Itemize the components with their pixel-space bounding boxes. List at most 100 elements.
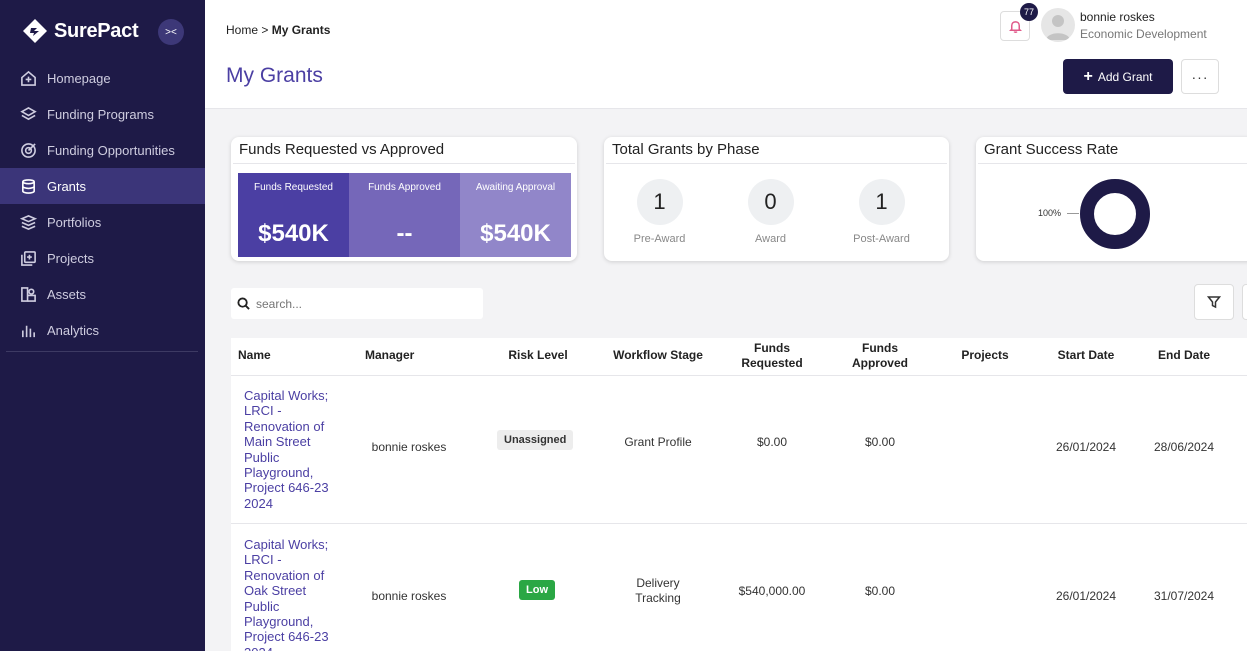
col-start-date[interactable]: Start Date	[1046, 348, 1126, 363]
end-date-cell: 31/07/2024	[1153, 589, 1215, 603]
sidebar-item-funding-opportunities[interactable]: Funding Opportunities	[0, 132, 205, 168]
sidebar-item-analytics[interactable]: Analytics	[0, 312, 205, 348]
sidebar-item-label: Homepage	[47, 70, 111, 86]
phase-count: 1	[858, 179, 905, 225]
page-header: Home > My Grants My Grants 77 bonnie ros…	[205, 0, 1247, 109]
funds-requested-vs-approved-card: Funds Requested vs Approved Funds Reques…	[231, 137, 577, 261]
collapse-sidebar-button[interactable]: ><	[158, 19, 184, 45]
table-row[interactable]: Capital Works; LRCI - Renovation of Oak …	[231, 525, 1247, 651]
col-funds-approved[interactable]: Funds Approved	[835, 341, 925, 371]
phase-count: 1	[636, 179, 683, 225]
add-grant-button[interactable]: + Add Grant	[1063, 59, 1173, 94]
col-end-date[interactable]: End Date	[1144, 348, 1224, 363]
avatar[interactable]	[1041, 8, 1075, 42]
page-title: My Grants	[226, 64, 323, 87]
funds-approved-box[interactable]: Funds Approved --	[349, 173, 460, 257]
sidebar-item-label: Grants	[47, 178, 87, 194]
breadcrumb-current: My Grants	[271, 23, 331, 37]
sidebar-item-homepage[interactable]: Homepage	[0, 60, 205, 96]
search-box	[231, 288, 483, 319]
phase-items: 1 Pre-Award 0 Award 1 Post-Award	[604, 179, 949, 245]
funds-approved-cell: $0.00	[864, 584, 896, 598]
phase-count: 0	[747, 179, 794, 225]
grant-name-line: Renovation of	[244, 418, 325, 434]
grant-name-link[interactable]: Capital Works; LRCI - Renovation of Main…	[244, 388, 344, 511]
add-grant-label: Add Grant	[1097, 69, 1153, 84]
card-title: Funds Requested vs Approved	[233, 137, 575, 164]
funds-requested-cell: $0.00	[756, 435, 788, 449]
col-risk-level[interactable]: Risk Level	[493, 348, 583, 363]
sidebar-item-label: Analytics	[47, 322, 100, 338]
col-projects[interactable]: Projects	[945, 348, 1025, 363]
col-manager[interactable]: Manager	[365, 348, 414, 363]
phase-award[interactable]: 0 Award	[715, 179, 826, 245]
col-name[interactable]: Name	[238, 348, 271, 363]
grant-name-line: 2024	[244, 495, 273, 511]
user-name[interactable]: bonnie roskes	[1080, 10, 1155, 24]
funds-requested-box[interactable]: Funds Requested $540K	[238, 173, 349, 257]
start-date-cell: 26/01/2024	[1055, 440, 1117, 454]
grant-success-rate-card: Grant Success Rate 100%	[976, 137, 1247, 261]
breadcrumb-separator: >	[261, 23, 269, 37]
workflow-line: Delivery	[636, 576, 680, 590]
sidebar-item-portfolios[interactable]: Portfolios	[0, 204, 205, 240]
sidebar-item-grants[interactable]: Grants	[0, 168, 205, 204]
risk-badge: Low	[519, 580, 555, 600]
grant-name-line: Playground,	[244, 465, 314, 481]
grant-name-line: Public	[244, 449, 280, 465]
success-rate-donut[interactable]	[1078, 177, 1152, 251]
grant-name-line: Oak Street	[244, 583, 307, 599]
funds-requested-cell: $540,000.00	[738, 584, 806, 598]
success-rate-label: 100%	[1038, 208, 1062, 218]
filter-button[interactable]	[1194, 284, 1234, 320]
sidebar-item-label: Funding Opportunities	[47, 142, 175, 158]
funds-approved-label: Funds Approved	[368, 182, 441, 193]
donut-slice-success[interactable]	[1080, 179, 1150, 249]
logo[interactable]: SurePact	[22, 16, 139, 46]
sidebar-item-label: Funding Programs	[47, 106, 154, 122]
col-funds-requested-line1: Funds	[754, 341, 790, 355]
workflow-cell: Delivery Tracking	[603, 576, 713, 606]
awaiting-approval-value: $540K	[480, 220, 551, 247]
column-toggle-button[interactable]	[1242, 284, 1247, 320]
table-header: Name Manager Risk Level Workflow Stage F…	[231, 338, 1247, 376]
home-plus-icon	[19, 69, 37, 87]
grant-name-line: Public	[244, 598, 280, 614]
sidebar-item-projects[interactable]: Projects	[0, 240, 205, 276]
sidebar-divider	[6, 351, 198, 352]
more-options-button[interactable]: ···	[1181, 59, 1219, 94]
col-funds-requested[interactable]: Funds Requested	[727, 341, 817, 371]
sidebar-item-assets[interactable]: Assets	[0, 276, 205, 312]
table-row[interactable]: Capital Works; LRCI - Renovation of Main…	[231, 376, 1247, 524]
grants-table: Name Manager Risk Level Workflow Stage F…	[231, 338, 1247, 651]
grant-name-line: LRCI -	[244, 552, 282, 568]
grant-name-line: LRCI -	[244, 403, 282, 419]
awaiting-approval-box[interactable]: Awaiting Approval $540K	[460, 173, 571, 257]
risk-badge: Unassigned	[497, 430, 574, 450]
grant-name-line: 2024	[244, 645, 344, 651]
search-input[interactable]	[256, 296, 456, 311]
target-icon	[19, 141, 37, 159]
breadcrumb: Home > My Grants	[226, 23, 330, 37]
card-title: Total Grants by Phase	[606, 137, 947, 164]
grant-name-line: Playground,	[244, 614, 314, 630]
sidebar-item-label: Portfolios	[47, 214, 102, 230]
end-date-cell: 28/06/2024	[1153, 440, 1215, 454]
grant-name-line: Capital Works;	[244, 537, 329, 552]
phase-pre-award[interactable]: 1 Pre-Award	[604, 179, 715, 245]
grant-name-link[interactable]: Capital Works; LRCI - Renovation of Oak …	[244, 537, 344, 651]
funds-approved-cell: $0.00	[864, 435, 896, 449]
filter-icon	[1207, 296, 1221, 309]
database-icon	[19, 177, 37, 195]
manager-cell: bonnie roskes	[371, 440, 447, 454]
funds-approved-value: --	[396, 220, 413, 247]
breadcrumb-home[interactable]: Home	[226, 23, 258, 37]
grant-name-line: Renovation of	[244, 567, 325, 583]
phase-label: Pre-Award	[633, 233, 686, 245]
phase-post-award[interactable]: 1 Post-Award	[826, 179, 937, 245]
sidebar-item-funding-programs[interactable]: Funding Programs	[0, 96, 205, 132]
sidebar-item-label: Assets	[47, 286, 87, 302]
col-workflow-stage[interactable]: Workflow Stage	[603, 348, 713, 363]
manager-cell: bonnie roskes	[371, 589, 447, 603]
stack-icon	[19, 213, 37, 231]
